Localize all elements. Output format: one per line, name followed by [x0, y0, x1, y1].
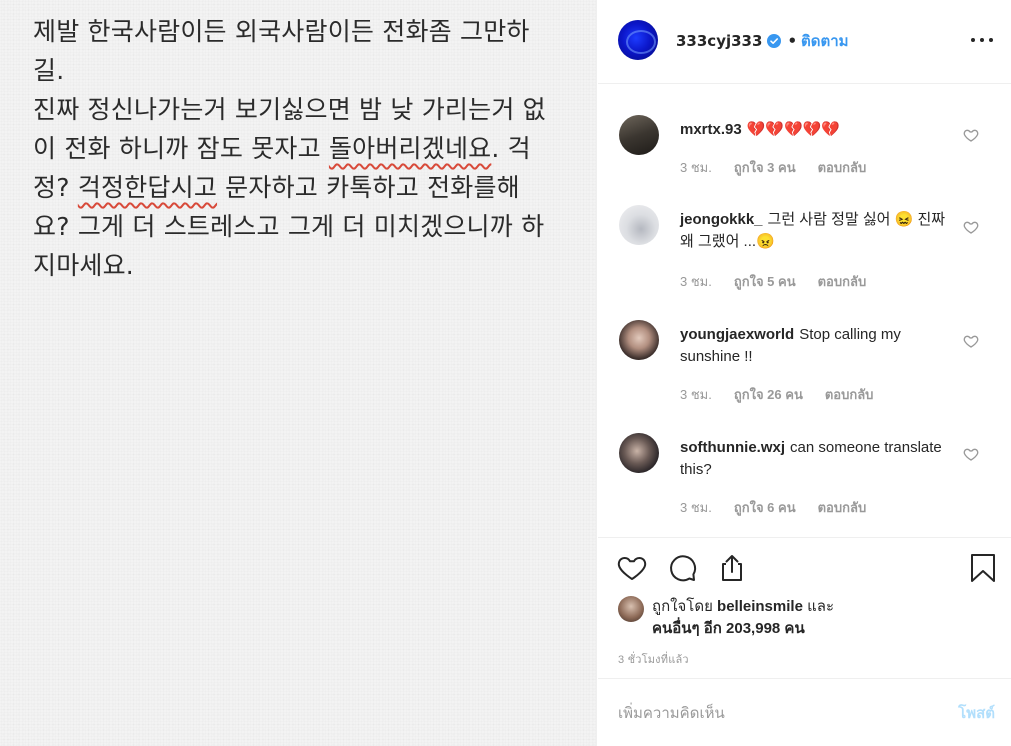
avatar[interactable]: [619, 115, 659, 155]
post-text-line: 길.: [33, 56, 65, 85]
liked-by-text: ถูกใจโดย belleinsmile และ คนอื่นๆ อีก 20…: [652, 596, 834, 640]
comment-username[interactable]: softhunnie.wxj: [680, 439, 785, 456]
share-icon[interactable]: [716, 552, 748, 584]
comment-time[interactable]: 3 ชม.: [680, 271, 712, 292]
post-text: 제발 한국사람이든 외국사람이든 전화좀 그만하 길. 진짜 정신나가는거 보기…: [33, 12, 563, 285]
comment-likes[interactable]: ถูกใจ 6 คน: [734, 497, 796, 518]
liked-by: ถูกใจโดย belleinsmile และ คนอื่นๆ อีก 20…: [618, 596, 998, 640]
like-heart-icon[interactable]: [616, 552, 648, 584]
post-text-line: 정? 걱정한답시고 문자하고 카톡하고 전화를해: [33, 168, 563, 207]
comment-username[interactable]: youngjaexworld: [680, 326, 794, 343]
avatar[interactable]: [619, 433, 659, 473]
comment-username[interactable]: mxrtx.93: [680, 121, 742, 138]
post-image: 제발 한국사람이든 외국사람이든 전화좀 그만하 길. 진짜 정신나가는거 보기…: [0, 0, 597, 746]
post-side-panel: 333cyj333 • ติดตาม mxrtx.93 💔💔💔💔💔 3 ชม. …: [598, 0, 1011, 746]
comment-input[interactable]: [618, 701, 928, 725]
verified-badge-icon: [767, 34, 782, 48]
post-text-line: 진짜 정신나가는거 보기싫으면 밤 낮 가리는거 없: [33, 95, 546, 124]
comment-body: softhunnie.wxj can someone translate this…: [680, 437, 956, 481]
dot-separator: •: [787, 32, 798, 50]
post-timestamp[interactable]: 3 ชั่วโมงที่แล้ว: [618, 650, 689, 668]
comment-meta: 3 ชม. ถูกใจ 5 คน ตอบกลับ: [680, 271, 866, 292]
comment-likes[interactable]: ถูกใจ 26 คน: [734, 384, 803, 405]
reply-button[interactable]: ตอบกลับ: [818, 497, 867, 518]
post-text-segment: 정?: [33, 173, 78, 202]
like-comment-heart-icon[interactable]: [963, 333, 979, 349]
post-actions: ถูกใจโดย belleinsmile และ คนอื่นๆ อีก 20…: [598, 537, 1011, 677]
comment-body: youngjaexworld Stop calling my sunshine !…: [680, 324, 956, 368]
comment-body: jeongokkk_ 그런 사람 정말 싫어 😖 진짜 왜 그랬어 ...😠: [680, 209, 956, 253]
like-comment-heart-icon[interactable]: [963, 219, 979, 235]
avatar[interactable]: [619, 320, 659, 360]
comment-meta: 3 ชม. ถูกใจ 6 คน ตอบกลับ: [680, 497, 866, 518]
post-text-line: 요? 그게 더 스트레스고 그게 더 미치겠으니까 하: [33, 212, 545, 241]
comment-time[interactable]: 3 ชม.: [680, 497, 712, 518]
header-username[interactable]: 333cyj333: [676, 32, 762, 50]
likes-count[interactable]: คนอื่นๆ อีก 203,998 คน: [652, 620, 805, 637]
like-comment-heart-icon[interactable]: [963, 127, 979, 143]
liked-by-user[interactable]: belleinsmile: [717, 598, 803, 615]
post-text-line: 이 전화 하니까 잠도 못자고 돌아버리겠네요. 걱: [33, 129, 563, 168]
comment-text: 💔💔💔💔💔: [746, 121, 841, 138]
post-header: 333cyj333 • ติดตาม: [598, 0, 1011, 84]
avatar[interactable]: [619, 205, 659, 245]
misspelled-word: 걱정한답시고: [77, 173, 218, 202]
liked-by-and: และ: [802, 598, 835, 615]
post-text-segment: 이 전화 하니까 잠도 못자고: [33, 134, 329, 163]
post-comment-button[interactable]: โพสต์: [958, 701, 995, 725]
more-horizontal-icon[interactable]: [971, 30, 993, 50]
header-username-line: 333cyj333 • ติดตาม: [676, 30, 849, 52]
comment-likes[interactable]: ถูกใจ 5 คน: [734, 271, 796, 292]
misspelled-word: 돌아버리겠네요: [328, 134, 492, 163]
comment-meta: 3 ชม. ถูกใจ 3 คน ตอบกลับ: [680, 157, 866, 178]
comment-bubble-icon[interactable]: [666, 552, 698, 584]
follow-button[interactable]: ติดตาม: [801, 29, 849, 53]
avatar[interactable]: [618, 20, 658, 60]
reply-button[interactable]: ตอบกลับ: [818, 271, 867, 292]
avatar[interactable]: [618, 596, 644, 622]
comment-meta: 3 ชม. ถูกใจ 26 คน ตอบกลับ: [680, 384, 873, 405]
post-text-segment: 문자하고 카톡하고 전화를해: [217, 173, 520, 202]
reply-button[interactable]: ตอบกลับ: [825, 384, 874, 405]
post-text-line: 제발 한국사람이든 외국사람이든 전화좀 그만하: [33, 17, 530, 46]
comment-body: mxrtx.93 💔💔💔💔💔: [680, 119, 956, 141]
comment-username[interactable]: jeongokkk_: [680, 211, 763, 228]
post-text-segment: . 걱: [491, 134, 531, 163]
add-comment-section: โพสต์: [598, 678, 1011, 746]
comment-time[interactable]: 3 ชม.: [680, 384, 712, 405]
post-text-line: 지마세요.: [33, 251, 134, 280]
comments-list[interactable]: mxrtx.93 💔💔💔💔💔 3 ชม. ถูกใจ 3 คน ตอบกลับ j…: [598, 85, 1011, 537]
comment-time[interactable]: 3 ชม.: [680, 157, 712, 178]
comment-likes[interactable]: ถูกใจ 3 คน: [734, 157, 796, 178]
liked-by-prefix: ถูกใจโดย: [652, 598, 718, 615]
bookmark-icon[interactable]: [967, 552, 999, 584]
reply-button[interactable]: ตอบกลับ: [818, 157, 867, 178]
like-comment-heart-icon[interactable]: [963, 446, 979, 462]
